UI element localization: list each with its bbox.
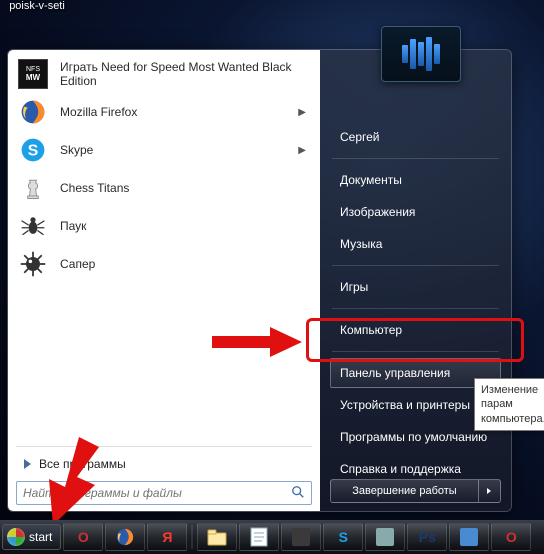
minesweeper-icon (18, 249, 48, 279)
right-item-2[interactable]: Изображения (330, 197, 501, 227)
taskbar-explorer-icon[interactable] (197, 523, 237, 551)
firefox-icon (18, 97, 48, 127)
shutdown-button[interactable]: Завершение работы (330, 479, 479, 503)
program-label: Паук (60, 219, 310, 233)
program-label: Играть Need for Speed Most Wanted Black … (60, 60, 310, 89)
taskbar-app-icon[interactable] (449, 523, 489, 551)
taskbar: start O Я S Ps O (0, 520, 544, 554)
desktop-shortcut[interactable]: poisk-v-seti (2, 0, 72, 12)
user-avatar-gadget[interactable] (381, 26, 461, 82)
svg-text:S: S (28, 142, 39, 159)
spider-icon (18, 211, 48, 241)
all-programs-button[interactable]: Все программы (14, 451, 314, 477)
taskbar-device-icon[interactable] (281, 523, 321, 551)
divider (16, 446, 312, 447)
right-item-4[interactable]: Игры (330, 272, 501, 302)
divider (332, 308, 499, 309)
taskbar-photoshop-icon[interactable]: Ps (407, 523, 447, 551)
nfs-icon: NFSMW (18, 59, 48, 89)
program-label: Chess Titans (60, 181, 310, 195)
taskbar-separator (191, 525, 193, 549)
right-item-3[interactable]: Музыка (330, 229, 501, 259)
start-menu-left-pane: NFSMW Играть Need for Speed Most Wanted … (8, 50, 320, 511)
program-item-nfs[interactable]: NFSMW Играть Need for Speed Most Wanted … (10, 55, 318, 93)
start-menu: NFSMW Играть Need for Speed Most Wanted … (7, 49, 512, 512)
program-label: Skype (60, 143, 286, 157)
tooltip-line1: Изменение парам (481, 384, 538, 410)
shutdown-label: Завершение работы (352, 485, 456, 497)
taskbar-opera2-icon[interactable]: O (491, 523, 531, 551)
taskbar-yandex-icon[interactable]: Я (147, 523, 187, 551)
submenu-arrow-icon: ▶ (298, 107, 306, 118)
program-item-minesweeper[interactable]: Сапер (10, 245, 318, 283)
divider (332, 158, 499, 159)
start-label: start (29, 530, 52, 544)
taskbar-tool-icon[interactable] (365, 523, 405, 551)
taskbar-firefox-icon[interactable] (105, 523, 145, 551)
program-item-spider[interactable]: Паук (10, 207, 318, 245)
divider (332, 351, 499, 352)
search-icon (291, 485, 305, 502)
triangle-icon (24, 459, 31, 469)
right-item-5[interactable]: Компьютер (330, 315, 501, 345)
all-programs-label: Все программы (39, 457, 126, 471)
skype-icon: S (18, 135, 48, 165)
start-menu-right-pane: Сергей ДокументыИзображенияМузыка Игры Комп… (320, 50, 511, 511)
windows-orb-icon (7, 528, 25, 546)
program-item-skype[interactable]: S Skype ▶ (10, 131, 318, 169)
taskbar-skype-icon[interactable]: S (323, 523, 363, 551)
program-item-chess[interactable]: Chess Titans (10, 169, 318, 207)
program-label: Сапер (60, 257, 310, 271)
shutdown-options-button[interactable] (479, 479, 501, 503)
divider (332, 265, 499, 266)
desktop-shortcut-label: poisk-v-seti (2, 0, 72, 12)
right-item-0[interactable]: Сергей (330, 122, 501, 152)
program-item-firefox[interactable]: Mozilla Firefox ▶ (10, 93, 318, 131)
start-button[interactable]: start (2, 524, 61, 550)
program-label: Mozilla Firefox (60, 105, 286, 119)
tooltip: Изменение парам компьютера. (474, 378, 544, 431)
search-box[interactable] (16, 481, 312, 505)
chess-icon (18, 173, 48, 203)
right-item-1[interactable]: Документы (330, 165, 501, 195)
taskbar-opera-icon[interactable]: O (63, 523, 103, 551)
search-input[interactable] (23, 486, 291, 500)
tooltip-line2: компьютера. (481, 413, 544, 425)
submenu-arrow-icon: ▶ (298, 145, 306, 156)
taskbar-notepad-icon[interactable] (239, 523, 279, 551)
